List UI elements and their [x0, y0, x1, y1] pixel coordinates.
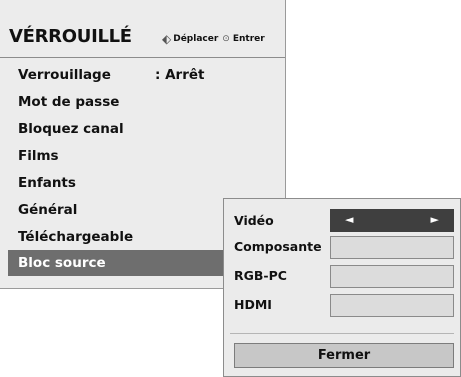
menu-item-films[interactable]: Films	[8, 143, 285, 169]
menu-item-label: Films	[18, 148, 59, 164]
composante-lock-selector[interactable]	[330, 236, 454, 259]
right-arrow-icon[interactable]: ►	[431, 213, 439, 226]
menu-title: VÉRROUILLÉ	[9, 26, 132, 47]
hdmi-lock-selector[interactable]	[330, 294, 454, 317]
rgb-pc-lock-selector[interactable]	[330, 265, 454, 288]
lock-status-value: : Arrêt	[155, 67, 205, 83]
video-lock-selector[interactable]: ◄ ►	[330, 209, 454, 232]
close-button[interactable]: Fermer	[234, 343, 454, 368]
menu-item-label: Bloc source	[18, 255, 106, 271]
menu-item-label: Téléchargeable	[18, 229, 134, 245]
four-way-arrows-icon: ⬖	[162, 31, 172, 46]
left-arrow-icon[interactable]: ◄	[345, 213, 353, 226]
source-label-video: Vidéo	[234, 213, 274, 228]
menu-item-verrouillage[interactable]: Verrouillage : Arrêt	[8, 62, 285, 88]
menu-item-label: Mot de passe	[18, 94, 120, 110]
enter-hint-label: Entrer	[232, 34, 265, 44]
source-label-rgb-pc: RGB-PC	[234, 268, 287, 283]
menu-item-mot-de-passe[interactable]: Mot de passe	[8, 89, 285, 115]
menu-item-label: Verrouillage	[18, 67, 111, 83]
source-label-hdmi: HDMI	[234, 297, 272, 312]
menu-item-label: Enfants	[18, 175, 76, 191]
submenu-divider	[230, 333, 454, 334]
enter-circle-icon: ⊙	[222, 34, 230, 44]
menu-item-enfants[interactable]: Enfants	[8, 170, 285, 196]
source-block-submenu: Vidéo ◄ ► Composante RGB-PC HDMI Fermer	[223, 198, 461, 377]
menu-item-label: Bloquez canal	[18, 121, 124, 137]
move-hint-label: Déplacer	[173, 34, 219, 44]
menu-item-bloquez-canal[interactable]: Bloquez canal	[8, 116, 285, 142]
source-label-composante: Composante	[234, 239, 322, 254]
menu-item-label: Général	[18, 202, 78, 218]
navigation-hints: ⬖ Déplacer ⊙ Entrer	[162, 31, 265, 46]
menu-header: VÉRROUILLÉ ⬖ Déplacer ⊙ Entrer	[0, 0, 285, 58]
